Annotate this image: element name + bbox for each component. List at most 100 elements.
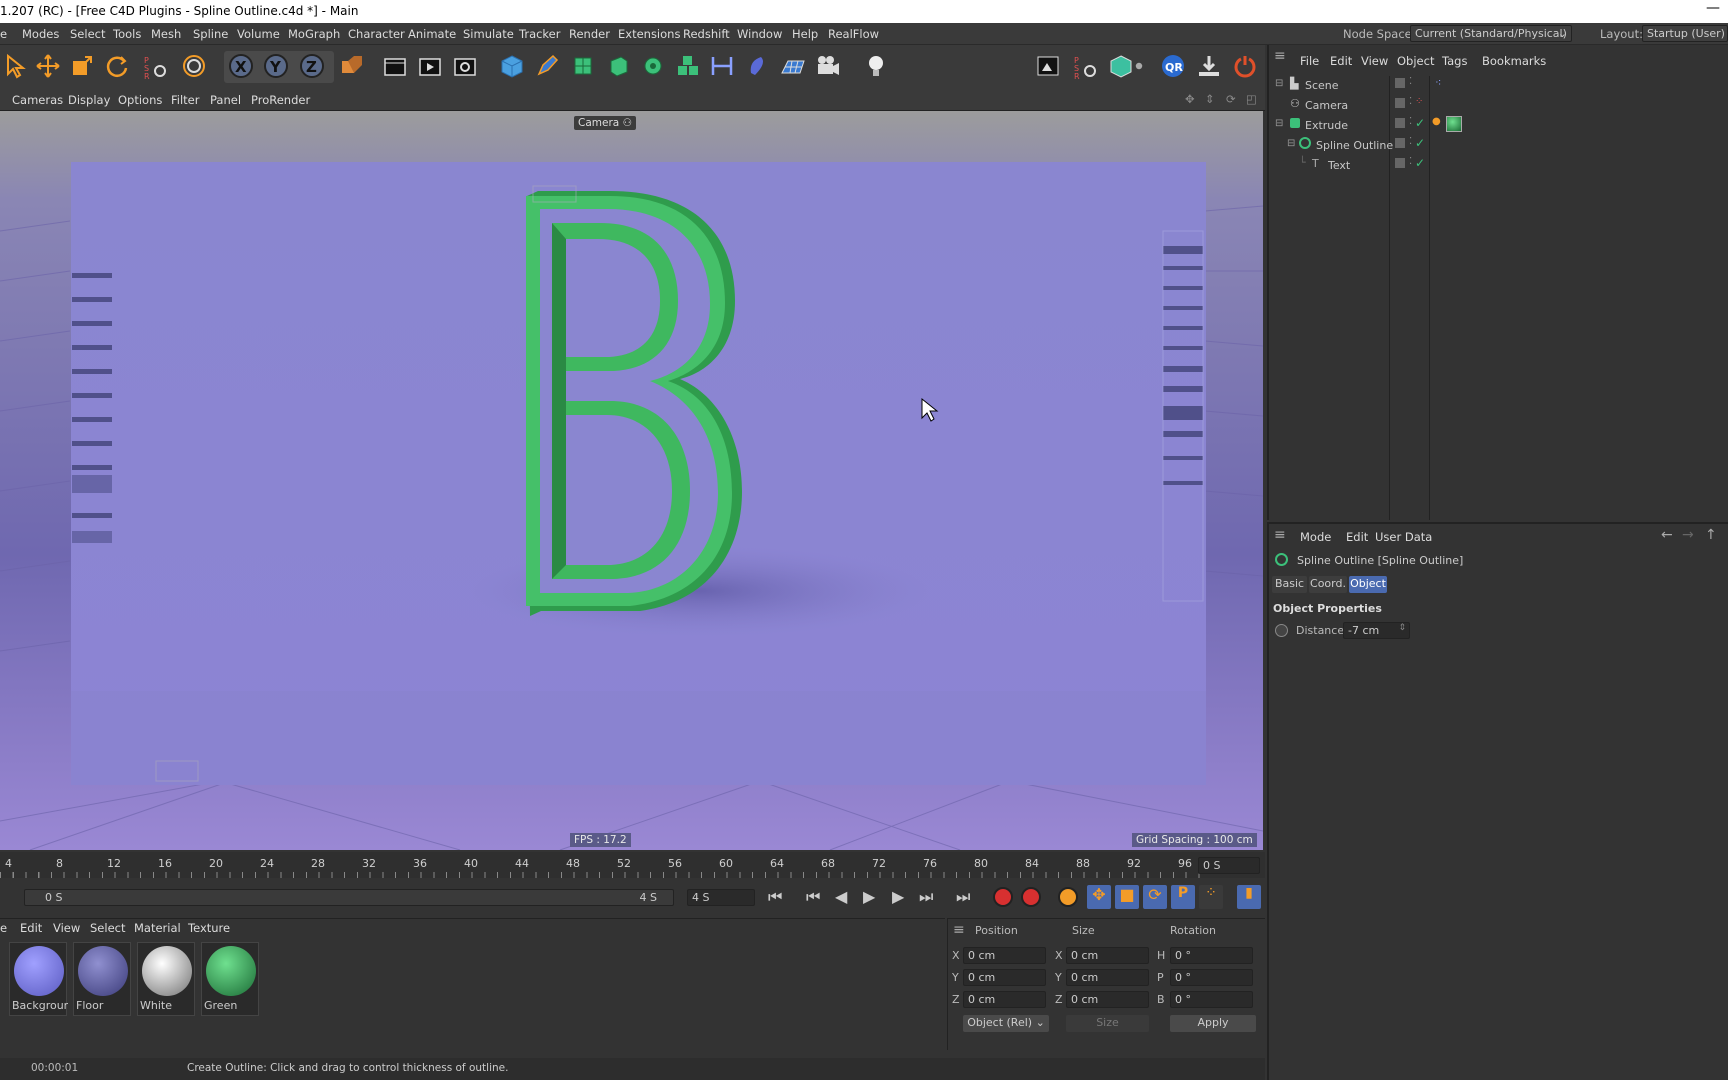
mat-menu-select[interactable]: Select [90, 921, 125, 935]
layer-icon[interactable] [1395, 78, 1405, 88]
back-arrow-icon[interactable]: ← [1661, 527, 1673, 543]
menu-modes[interactable]: Modes [22, 27, 59, 41]
mat-menu-file[interactable]: e [0, 921, 7, 935]
move-tool-button[interactable] [33, 51, 63, 81]
collapse-icon[interactable]: ⊟ [1275, 78, 1283, 89]
layer-icon[interactable] [1395, 98, 1405, 108]
viewport-menu-display[interactable]: Display [68, 93, 110, 107]
am-menu-user-data[interactable]: User Data [1375, 530, 1432, 544]
field-button[interactable] [743, 51, 773, 81]
next-frame-icon[interactable]: ▶ [892, 887, 904, 906]
rotate-tool-button[interactable] [102, 51, 132, 81]
x-axis-toggle[interactable]: X [226, 51, 256, 81]
hamburger-menu-icon[interactable]: ≡ [1274, 48, 1286, 64]
menu-realflow[interactable]: RealFlow [828, 27, 879, 41]
light-button[interactable] [861, 51, 891, 81]
size-x-field[interactable]: 0 cm [1066, 947, 1149, 964]
menu-extensions[interactable]: Extensions [618, 27, 680, 41]
hamburger-menu-icon[interactable]: ≡ [1274, 527, 1286, 543]
animation-keyframe-toggle[interactable] [1275, 624, 1288, 637]
parameter-key-icon[interactable]: P [1171, 885, 1195, 909]
subdivision-surface-button[interactable] [568, 51, 598, 81]
size-y-field[interactable]: 0 cm [1066, 969, 1149, 986]
object-row-camera[interactable]: ⚇ Camera ⁚ ⁘ [1269, 96, 1728, 115]
menu-mesh[interactable]: Mesh [151, 27, 181, 41]
coordinate-mode-dropdown[interactable]: Object (Rel) ⌄ [963, 1015, 1049, 1032]
visibility-dots-icon[interactable]: ⁚ [1409, 76, 1412, 87]
object-row-scene[interactable]: ⊟ ▙ Scene ⁚ ⁖ [1269, 76, 1728, 95]
menu-volume[interactable]: Volume [237, 27, 280, 41]
3d-viewport[interactable]: Camera ⚇ FPS : 17.2 Grid Spacing : 100 c… [0, 111, 1263, 850]
mat-menu-view[interactable]: View [53, 921, 80, 935]
mat-menu-edit[interactable]: Edit [20, 921, 42, 935]
extrude-generator-button[interactable] [603, 51, 633, 81]
node-space-dropdown[interactable]: Current (Standard/Physical) ⌄ [1410, 25, 1572, 42]
am-menu-edit[interactable]: Edit [1346, 530, 1368, 544]
y-axis-toggle[interactable]: Y [261, 51, 291, 81]
material-tag-icon[interactable] [1446, 116, 1462, 132]
pen-spline-button[interactable] [532, 51, 562, 81]
forward-arrow-icon[interactable]: → [1682, 527, 1694, 543]
cloner-button[interactable] [638, 51, 668, 81]
enabled-check-icon[interactable]: ✓ [1415, 116, 1425, 130]
menu-file[interactable]: e [0, 27, 7, 41]
texture-tag-icon[interactable]: ● [1432, 116, 1441, 127]
menu-tools[interactable]: Tools [113, 27, 141, 41]
pos-z-field[interactable]: 0 cm [963, 991, 1046, 1008]
hamburger-menu-icon[interactable]: ≡ [953, 922, 965, 938]
object-row-spline-outline[interactable]: ⊟ Spline Outline ⁚ ✓ [1269, 136, 1728, 155]
settings-small-button[interactable] [1132, 51, 1146, 81]
minimize-button[interactable]: — [1706, 0, 1720, 16]
protection-tag-icon[interactable]: ⁘ [1415, 96, 1423, 107]
end-frame-field[interactable]: 4 S [687, 889, 755, 906]
menu-tracker[interactable]: Tracker [519, 27, 561, 41]
menu-window[interactable]: Window [737, 27, 782, 41]
coordinate-system-button[interactable] [336, 51, 366, 81]
collapse-icon[interactable]: ⊟ [1275, 118, 1283, 129]
live-select-button[interactable] [179, 51, 209, 81]
current-frame-field[interactable]: 0 S [1198, 857, 1260, 874]
play-icon[interactable]: ▶ [863, 887, 875, 906]
enabled-check-icon[interactable]: ✓ [1415, 136, 1425, 150]
viewport-maximize-icon[interactable]: ◰ [1246, 92, 1257, 106]
menu-simulate[interactable]: Simulate [463, 27, 514, 41]
layout-dropdown[interactable]: Startup (User) [1642, 25, 1728, 42]
tab-basic[interactable]: Basic [1272, 576, 1307, 593]
viewport-orbit-icon[interactable]: ⟳ [1226, 92, 1236, 106]
goto-end-icon[interactable]: ⏭ [956, 887, 970, 907]
material-swatch-green[interactable]: Green [201, 942, 259, 1016]
layer-icon[interactable] [1395, 118, 1405, 128]
mat-menu-texture[interactable]: Texture [188, 921, 230, 935]
menu-mograph[interactable]: MoGraph [288, 27, 340, 41]
picture-viewer-button[interactable] [1033, 51, 1063, 81]
previous-key-icon[interactable]: ⏮ [806, 887, 820, 907]
object-row-extrude[interactable]: ⊟ Extrude ⁚ ✓ ● [1269, 116, 1728, 135]
om-menu-edit[interactable]: Edit [1330, 54, 1352, 68]
keyframe-selection-icon[interactable] [1058, 887, 1078, 907]
viewport-menu-panel[interactable]: Panel [210, 93, 241, 107]
om-menu-bookmarks[interactable]: Bookmarks [1482, 54, 1546, 68]
object-row-text[interactable]: └ T Text ⁚ ✓ [1269, 156, 1728, 175]
scene-tag-icon[interactable]: ⁖ [1435, 76, 1441, 89]
goto-start-icon[interactable]: ⏮ [768, 887, 782, 907]
render-picture-viewer-button[interactable] [415, 51, 445, 81]
layer-icon[interactable] [1395, 158, 1405, 168]
record-keyframe-icon[interactable] [993, 887, 1013, 907]
scale-tool-button[interactable] [67, 51, 97, 81]
size-z-field[interactable]: 0 cm [1066, 991, 1149, 1008]
rot-b-field[interactable]: 0 ° [1170, 991, 1253, 1008]
visibility-dots-icon[interactable]: ⁚ [1409, 136, 1412, 147]
viewport-menu-prorender[interactable]: ProRender [251, 93, 310, 107]
position-key-icon[interactable]: ✥ [1087, 885, 1111, 909]
material-swatch-floor[interactable]: Floor [73, 942, 131, 1016]
menu-help[interactable]: Help [792, 27, 818, 41]
viewport-menu-options[interactable]: Options [118, 93, 162, 107]
pos-y-field[interactable]: 0 cm [963, 969, 1046, 986]
autokey-icon[interactable] [1021, 887, 1041, 907]
menu-spline[interactable]: Spline [193, 27, 228, 41]
size-mode-dropdown[interactable]: Size [1066, 1015, 1149, 1032]
next-key-icon[interactable]: ⏭ [919, 887, 933, 907]
qr-plugin-button[interactable]: QR [1158, 51, 1188, 81]
mograph-cubes-button[interactable] [673, 51, 703, 81]
psr-tool-button[interactable]: PSR [140, 51, 170, 81]
